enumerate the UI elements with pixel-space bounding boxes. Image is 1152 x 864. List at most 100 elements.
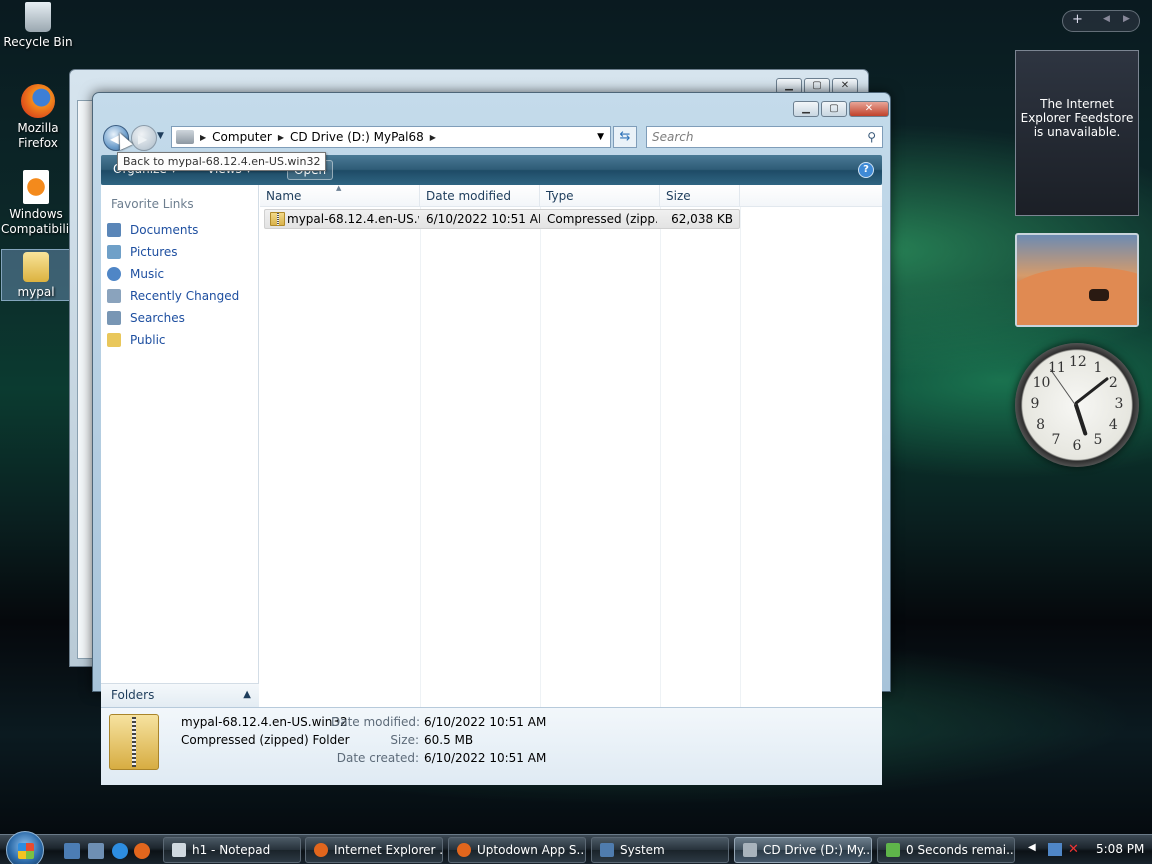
clock-number: 3 <box>1114 396 1124 412</box>
minimize-button[interactable]: ▁ <box>793 101 819 117</box>
breadcrumb-cd-drive[interactable]: CD Drive (D:) MyPal68 <box>290 130 424 144</box>
column-header-name[interactable]: Name ▲ <box>260 184 420 207</box>
search-input[interactable]: Search ⚲ <box>646 126 883 148</box>
clock-gadget[interactable]: 12 1 2 3 4 5 6 7 8 9 10 11 <box>1015 343 1139 467</box>
clock-number: 2 <box>1108 375 1118 391</box>
nav-item-label: Public <box>130 333 166 347</box>
details-date-modified: 6/10/2022 10:51 AM <box>424 715 547 729</box>
details-pane: mypal-68.12.4.en-US.win32 Compressed (zi… <box>101 707 882 785</box>
searches-icon <box>107 311 121 325</box>
nav-item-recently-changed[interactable]: Recently Changed <box>107 285 239 307</box>
nav-item-label: Pictures <box>130 245 178 259</box>
clock-minute-hand <box>1074 376 1110 405</box>
refresh-icon: ⇆ <box>619 129 631 144</box>
clock-hour-hand <box>1073 402 1088 437</box>
breadcrumb-separator-icon[interactable]: ▶ <box>430 133 436 142</box>
desktop-icon-recycle-bin[interactable]: Recycle Bin <box>3 2 73 50</box>
column-header-size[interactable]: Size <box>660 185 740 207</box>
nav-item-documents[interactable]: Documents <box>107 219 239 241</box>
history-dropdown-icon[interactable]: ▼ <box>157 131 164 141</box>
back-button-tooltip: Back to mypal-68.12.4.en-US.win32 <box>117 152 327 171</box>
taskbar-item-system[interactable]: System <box>591 837 729 863</box>
nav-item-label: Recently Changed <box>130 289 240 303</box>
explorer-content: Favorite Links Documents Pictures Music … <box>101 184 882 707</box>
details-date-created: 6/10/2022 10:51 AM <box>424 751 547 765</box>
file-type: Compressed (zipp... <box>547 212 657 226</box>
firefox-shortcut-icon <box>23 170 49 204</box>
column-divider <box>420 207 421 707</box>
explorer-window[interactable]: ▁ ▢ ✕ ◀ ▶ ▼ ▶ Computer ▶ CD Drive (D:) M… <box>92 92 891 785</box>
favorite-links-heading: Favorite Links <box>111 197 194 211</box>
desktop-icon-label: Recycle Bin <box>3 35 73 49</box>
taskbar-item-uptodown[interactable]: Uptodown App S... <box>448 837 586 863</box>
details-size-label: Size: <box>390 733 419 747</box>
maximize-button[interactable]: ▢ <box>821 101 847 117</box>
nav-item-label: Documents <box>130 223 199 237</box>
address-dropdown-icon[interactable]: ▼ <box>597 132 604 142</box>
refresh-button[interactable]: ⇆ <box>613 126 637 148</box>
next-gadget-icon[interactable]: ▶ <box>1123 14 1130 24</box>
search-icon[interactable]: ⚲ <box>867 130 876 144</box>
clock-number: 11 <box>1048 359 1066 376</box>
column-header-date-modified[interactable]: Date modified <box>420 185 540 207</box>
column-header-type[interactable]: Type <box>540 185 660 207</box>
taskbar-item-internet-explorer[interactable]: Internet Explorer ... <box>305 837 443 863</box>
firefox-quicklaunch-icon[interactable] <box>134 843 150 859</box>
taskbar-item-label: Internet Explorer ... <box>334 843 443 857</box>
folders-toggle[interactable]: Folders ▲ <box>101 683 259 707</box>
details-date-modified-label: Date modified: <box>331 715 421 729</box>
system-icon <box>600 843 614 857</box>
clock-number: 10 <box>1032 375 1051 391</box>
network-icon[interactable] <box>1048 843 1062 856</box>
cd-drive-icon <box>743 843 757 857</box>
taskbar-item-cd-drive[interactable]: CD Drive (D:) My... <box>734 837 872 863</box>
add-gadget-button[interactable]: + <box>1072 12 1083 27</box>
tray-expand-icon[interactable]: ◀ <box>1028 842 1036 853</box>
forward-arrow-icon: ▶ <box>138 132 148 146</box>
column-headers: Name ▲ Date modified Type Size <box>260 184 882 207</box>
taskbar-item-label: h1 - Notepad <box>192 843 271 857</box>
desktop-icon-windows-compatibility[interactable]: Windows Compatibili... <box>1 170 80 237</box>
nav-item-label: Searches <box>130 311 185 325</box>
clock-number: 9 <box>1030 396 1040 412</box>
system-tray: ◀ ✕ 5:08 PM <box>1018 835 1152 864</box>
column-header-label: Type <box>546 189 574 203</box>
taskbar-item-label: System <box>620 843 665 857</box>
chevron-up-icon: ▲ <box>243 689 251 700</box>
slideshow-gadget[interactable] <box>1015 233 1139 327</box>
breadcrumb-computer[interactable]: Computer <box>212 130 272 144</box>
switch-windows-icon[interactable] <box>88 843 104 859</box>
taskbar-item-notepad[interactable]: h1 - Notepad <box>163 837 301 863</box>
desktop-icon-mypal[interactable]: mypal <box>1 249 71 301</box>
desktop-icon-label: mypal <box>17 285 55 299</box>
forward-button[interactable]: ▶ <box>131 125 157 151</box>
nav-item-music[interactable]: Music <box>107 263 239 285</box>
file-size: 62,038 KB <box>671 212 733 226</box>
show-desktop-icon[interactable] <box>64 843 80 859</box>
volume-muted-icon[interactable]: ✕ <box>1068 842 1079 857</box>
zip-folder-icon <box>270 212 285 226</box>
pictures-icon <box>107 245 121 259</box>
breadcrumb-separator-icon[interactable]: ▶ <box>200 133 206 142</box>
internet-explorer-icon[interactable] <box>112 843 128 859</box>
tray-clock[interactable]: 5:08 PM <box>1096 842 1144 856</box>
clock-number: 8 <box>1036 417 1046 433</box>
column-header-label: Name <box>266 189 302 203</box>
nav-item-searches[interactable]: Searches <box>107 307 239 329</box>
nav-item-pictures[interactable]: Pictures <box>107 241 239 263</box>
column-header-label: Date modified <box>426 189 512 203</box>
close-button[interactable]: ✕ <box>849 101 889 117</box>
feed-headlines-gadget[interactable]: The Internet Explorer Feedstore is unava… <box>1015 50 1139 216</box>
start-button[interactable] <box>6 831 44 864</box>
file-row[interactable]: mypal-68.12.4.en-US.w... 6/10/2022 10:51… <box>264 209 740 229</box>
address-bar[interactable]: ▶ Computer ▶ CD Drive (D:) MyPal68 ▶ ▼ <box>171 126 611 148</box>
previous-gadget-icon[interactable]: ◀ <box>1103 14 1110 24</box>
breadcrumb-separator-icon[interactable]: ▶ <box>278 133 284 142</box>
oryx-silhouette-icon <box>1089 289 1109 301</box>
desktop-icon-firefox[interactable]: Mozilla Firefox <box>3 84 73 151</box>
desktop-icon-label: Mozilla Firefox <box>17 121 59 150</box>
taskbar-item-copy-progress[interactable]: 0 Seconds remai... <box>877 837 1015 863</box>
clock-number: 1 <box>1093 359 1103 376</box>
help-icon[interactable]: ? <box>858 162 874 178</box>
nav-item-public[interactable]: Public <box>107 329 239 351</box>
